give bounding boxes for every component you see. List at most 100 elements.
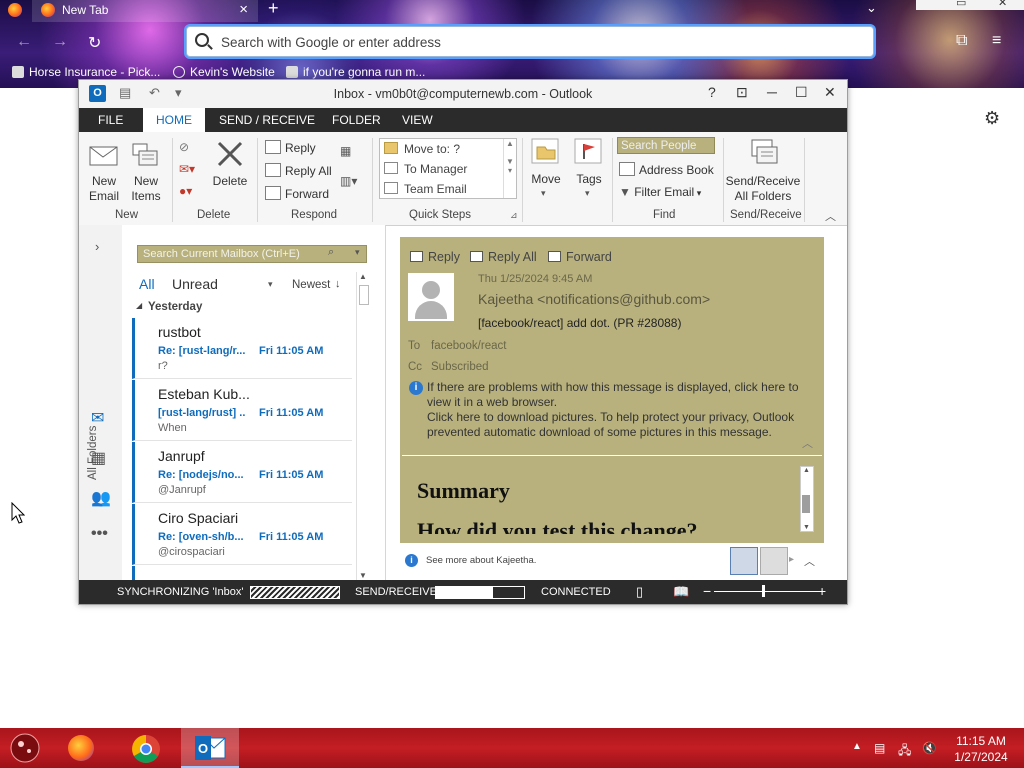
filter-all[interactable]: All: [139, 276, 155, 292]
group-header-yesterday[interactable]: Yesterday: [148, 301, 202, 313]
cc-value[interactable]: Subscribed: [431, 361, 489, 373]
help-icon[interactable]: ?: [708, 84, 716, 100]
list-item[interactable]: Esteban Kub... [rust-lang/rust] ... Fri …: [132, 380, 352, 441]
junk-icon[interactable]: ●▾: [179, 184, 192, 198]
scroll-up-icon[interactable]: ▲: [803, 467, 810, 474]
tags-dropdown-icon[interactable]: ▾: [585, 188, 590, 199]
tab-home[interactable]: HOME: [143, 108, 205, 132]
more-respond-icon[interactable]: ▥▾: [340, 174, 357, 188]
people-avatar[interactable]: [760, 547, 788, 575]
bookmark-item[interactable]: if you're gonna run m...: [286, 65, 425, 79]
move-button[interactable]: Move: [528, 172, 564, 187]
people-icon[interactable]: 👥: [91, 488, 111, 508]
sort-arrow-icon[interactable]: ↓: [335, 278, 341, 290]
message-list-scrollbar[interactable]: ▲ ▼: [356, 272, 370, 580]
network-icon[interactable]: 🖧: [898, 741, 911, 762]
info-bar[interactable]: If there are problems with how this mess…: [427, 380, 803, 440]
sender-avatar[interactable]: [408, 273, 454, 321]
send-receive-status[interactable]: SEND/RECEIVE: [355, 586, 437, 598]
quick-steps-scroll[interactable]: ▲ ▼ ▾: [503, 139, 516, 198]
tab-new-tab[interactable]: New Tab ×: [32, 0, 258, 22]
quick-step-to-manager[interactable]: To Manager: [384, 162, 467, 176]
bookmark-item[interactable]: Horse Insurance - Pick...: [12, 65, 160, 79]
reading-forward-button[interactable]: Forward: [548, 250, 612, 264]
reply-button[interactable]: Reply: [265, 140, 316, 155]
taskbar-firefox[interactable]: [52, 728, 110, 768]
tags-button[interactable]: Tags: [571, 172, 607, 187]
url-input[interactable]: [219, 31, 843, 53]
taskbar-clock[interactable]: 11:15 AM 1/27/2024: [946, 733, 1016, 765]
reading-reply-button[interactable]: Reply: [410, 250, 460, 264]
tab-folder[interactable]: FOLDER: [332, 113, 381, 127]
sort-newest[interactable]: Newest: [292, 279, 330, 291]
see-more-about-sender[interactable]: See more about Kajeetha.: [426, 555, 536, 566]
maximize-icon[interactable]: ☐: [795, 84, 808, 101]
people-avatar[interactable]: [730, 547, 758, 575]
chevron-down-icon[interactable]: ⌄: [866, 0, 877, 16]
delete-button[interactable]: Delete: [210, 174, 250, 189]
zoom-slider-thumb[interactable]: [762, 585, 765, 597]
collapse-header-icon[interactable]: ︿: [802, 435, 813, 451]
scroll-down-icon[interactable]: ▼: [803, 524, 810, 531]
quick-step-move-to[interactable]: Move to: ?: [384, 142, 460, 156]
close-icon[interactable]: ✕: [824, 84, 836, 101]
zoom-in-icon[interactable]: +: [818, 583, 826, 599]
scroll-thumb[interactable]: [802, 495, 810, 513]
address-book-button[interactable]: Address Book: [619, 162, 714, 177]
restore-icon[interactable]: ▭: [956, 0, 966, 9]
gear-icon[interactable]: ⚙: [984, 108, 1000, 129]
more-icon[interactable]: •••: [91, 525, 108, 543]
search-icon[interactable]: ⌕: [328, 246, 334, 259]
zoom-out-icon[interactable]: −: [703, 583, 711, 599]
move-dropdown-icon[interactable]: ▾: [541, 188, 546, 199]
collapse-ribbon-icon[interactable]: ︿: [825, 208, 836, 224]
scroll-down-icon[interactable]: ▼: [359, 571, 367, 580]
expand-folder-pane-icon[interactable]: ›: [95, 239, 99, 254]
taskbar-chrome[interactable]: [117, 728, 175, 768]
calendar-icon[interactable]: ▦: [91, 448, 106, 468]
message-sender[interactable]: Kajeetha <notifications@github.com>: [478, 291, 710, 307]
close-tab-icon[interactable]: ×: [239, 1, 248, 18]
info-view-in-browser[interactable]: If there are problems with how this mess…: [427, 380, 803, 410]
reload-button[interactable]: ↻: [88, 33, 101, 53]
forward-button[interactable]: →: [52, 33, 68, 51]
filter-dropdown-icon[interactable]: ▾: [268, 279, 273, 290]
search-people-input[interactable]: Search People: [617, 137, 715, 154]
body-scrollbar[interactable]: ▲ ▼: [800, 466, 814, 532]
new-items-button[interactable]: New Items: [125, 174, 167, 204]
expand-people-icon[interactable]: ︿: [804, 553, 815, 569]
action-center-icon[interactable]: ▤: [874, 741, 885, 755]
volume-muted-icon[interactable]: 🔇: [922, 741, 937, 755]
minimize-icon[interactable]: ─: [767, 84, 777, 100]
quick-steps-launcher-icon[interactable]: ⊿: [510, 210, 518, 221]
back-button[interactable]: ←: [16, 33, 32, 51]
list-item-partial[interactable]: [132, 566, 352, 580]
reading-reply-all-button[interactable]: Reply All: [470, 250, 537, 264]
list-item[interactable]: rustbot Re: [rust-lang/r... Fri 11:05 AM…: [132, 318, 352, 379]
reading-view-icon[interactable]: 📖: [673, 584, 689, 600]
filter-email-button[interactable]: ▼ Filter Email ▾: [619, 185, 701, 199]
to-value[interactable]: facebook/react: [431, 340, 506, 352]
info-download-pictures[interactable]: Click here to download pictures. To help…: [427, 410, 803, 440]
extensions-icon[interactable]: ⧉: [956, 32, 967, 50]
bookmark-item[interactable]: Kevin's Website: [173, 65, 275, 79]
normal-view-icon[interactable]: ▯: [636, 584, 643, 600]
people-next-icon[interactable]: ▸: [789, 554, 794, 565]
reply-all-button[interactable]: Reply All: [265, 163, 332, 178]
new-email-button[interactable]: New Email: [87, 174, 121, 204]
send-receive-all-button[interactable]: Send/Receive All Folders: [725, 174, 801, 204]
tab-file[interactable]: FILE: [98, 113, 123, 127]
forward-button[interactable]: Forward: [265, 186, 329, 201]
start-icon[interactable]: [8, 731, 42, 765]
ignore-icon[interactable]: ⊘: [179, 140, 189, 154]
quick-step-team-email[interactable]: Team Email: [384, 182, 467, 196]
scroll-thumb[interactable]: [359, 285, 369, 305]
show-hidden-icons[interactable]: ▲: [852, 741, 862, 752]
close-window-icon[interactable]: ✕: [998, 0, 1007, 9]
scroll-up-icon[interactable]: ▲: [359, 272, 367, 281]
list-item[interactable]: Ciro Spaciari Re: [oven-sh/b... Fri 11:0…: [132, 504, 352, 565]
filter-unread[interactable]: Unread: [172, 276, 218, 292]
search-dropdown-icon[interactable]: ▾: [355, 247, 360, 258]
clean-up-icon[interactable]: ✉▾: [179, 162, 195, 176]
address-bar[interactable]: [186, 26, 874, 57]
